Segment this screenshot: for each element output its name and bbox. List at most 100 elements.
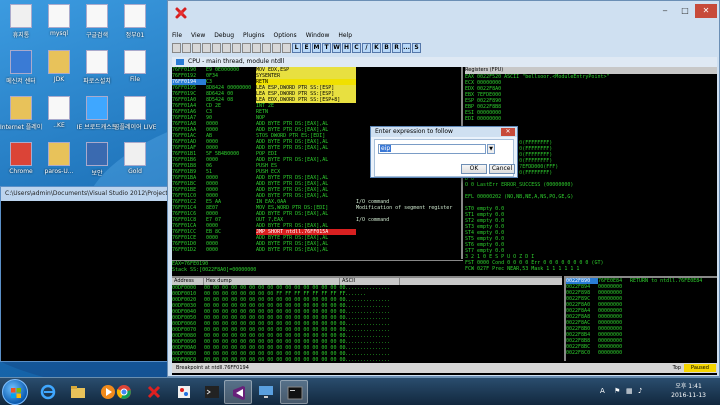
cpu-window[interactable]: CPU - main thread, module ntdll 76FF0190…	[172, 57, 717, 375]
toolbar-window-4[interactable]: W	[332, 43, 341, 53]
toolbar-button[interactable]	[202, 43, 211, 53]
desktop-icon[interactable]: JDK	[38, 50, 80, 83]
debugger-toolbar: L E M T W H C / K B R... S	[172, 43, 421, 55]
toolbar-window-12[interactable]: S	[412, 43, 421, 53]
stack-pane[interactable]: 0022F890 76FE0E84 RETURN to ntdll.76FE0E84…	[564, 276, 717, 361]
clock[interactable]: 오후 1:41 2016-11-13	[671, 382, 706, 400]
desktop-icon[interactable]: 보안	[76, 142, 118, 177]
taskbar-visual-studio[interactable]	[224, 380, 252, 404]
dump-row[interactable]: 00DF00C0 00 00 00 00 00 00 00 00 00 00 00…	[172, 357, 562, 361]
toolbar-window-10[interactable]: R	[392, 43, 401, 53]
desktop-icon[interactable]: 구글검색	[76, 4, 118, 39]
toolbar-window-7[interactable]: /	[362, 43, 371, 53]
dialog-close-icon[interactable]: ✕	[501, 128, 515, 136]
windows-logo-icon	[11, 388, 21, 398]
toolbar-button[interactable]	[232, 43, 241, 53]
menu-item-file[interactable]: File	[172, 32, 182, 39]
toolbar-button[interactable]	[282, 43, 291, 53]
menu-item-plugins[interactable]: Plugins	[243, 32, 265, 39]
toolbar-button[interactable]	[252, 43, 261, 53]
taskbar-app[interactable]	[198, 380, 226, 404]
desktop-icon[interactable]: 파로스설치	[76, 50, 118, 85]
disasm-address: 76FF01D2	[172, 247, 197, 253]
toolbar-window-11[interactable]: ...	[402, 43, 411, 53]
menu-item-window[interactable]: Window	[306, 32, 330, 39]
taskbar-app[interactable]	[170, 380, 198, 404]
toolbar-window-3[interactable]: T	[322, 43, 331, 53]
toolbar-window-6[interactable]: C	[352, 43, 361, 53]
cpu-window-title[interactable]: CPU - main thread, module ntdll	[172, 57, 717, 67]
desktop-icon[interactable]: Internet 플레이어	[0, 96, 42, 131]
chrome-icon	[116, 385, 131, 399]
taskbar-chrome[interactable]	[110, 380, 138, 404]
desktop-icon-label: ..KE	[53, 122, 65, 129]
taskbar-app[interactable]	[252, 380, 280, 404]
menu-item-options[interactable]: Options	[274, 32, 297, 39]
minimize-button[interactable]: ‒	[655, 4, 675, 18]
taskbar-ie[interactable]	[34, 380, 62, 404]
toolbar-button[interactable]	[242, 43, 251, 53]
volume-icon[interactable]: ♪	[638, 387, 642, 395]
expression-input[interactable]: eip	[378, 144, 486, 154]
desktop-icon[interactable]: IE 브로드캐스트	[76, 96, 118, 131]
menu-item-debug[interactable]: Debug	[214, 32, 234, 39]
toolbar-button[interactable]	[182, 43, 191, 53]
desktop-icon[interactable]: Chrome	[0, 142, 42, 175]
menu-item-view[interactable]: View	[191, 32, 205, 39]
toolbar-window-2[interactable]: M	[312, 43, 321, 53]
toolbar-window-5[interactable]: H	[342, 43, 351, 53]
toolbar-button[interactable]	[172, 43, 181, 53]
desktop-icon[interactable]: 곰플레이어 LIVE	[114, 96, 156, 131]
stack-row[interactable]: 0022F8C0 00000000	[566, 350, 717, 356]
desktop-item-icon	[124, 96, 146, 120]
desktop-icon[interactable]: Gold	[114, 142, 156, 175]
desktop-item-icon	[48, 50, 70, 74]
taskbar-console[interactable]	[280, 380, 308, 404]
ok-button[interactable]: OK	[461, 164, 487, 174]
close-button[interactable]: ✕	[695, 4, 717, 18]
follow-expression-dialog[interactable]: Enter expression to follow ✕ eip ▼ OK Ca…	[370, 126, 518, 178]
desktop-icon[interactable]: 정부01	[114, 4, 156, 39]
dump-pane[interactable]: Address Hex dump ASCII 00DF0000 00 00 00 00…	[172, 276, 562, 361]
toolbar-button[interactable]	[212, 43, 221, 53]
menu-item-help[interactable]: Help	[338, 32, 352, 39]
desktop-icon[interactable]: 휴지통	[0, 4, 42, 39]
toolbar-window-8[interactable]: K	[372, 43, 381, 53]
desktop-icon[interactable]: 메신저 센터	[0, 50, 42, 85]
disasm-row[interactable]: 76FF01D2 0000 ADD BYTE PTR DS:[EAX],AL	[172, 247, 461, 253]
toolbar-window-1[interactable]: E	[302, 43, 311, 53]
desktop-icon[interactable]: ..KE	[38, 96, 80, 129]
chevron-down-icon[interactable]: ▼	[487, 144, 495, 154]
taskbar: A ⚑ ▦ ♪ 오후 1:41 2016-11-13	[0, 377, 720, 405]
toolbar-button[interactable]	[272, 43, 281, 53]
start-button[interactable]	[2, 379, 28, 405]
desktop-icon-label: JDK	[53, 76, 65, 83]
toolbar-button[interactable]	[192, 43, 201, 53]
maximize-button[interactable]: □	[675, 4, 695, 18]
stack-value: 00000000	[598, 350, 623, 356]
console-title[interactable]: C:\Users\admin\Documents\Visual Studio 2…	[1, 187, 167, 201]
disasm-instruction: ADD BYTE PTR DS:[EAX],AL	[256, 247, 329, 253]
cancel-button[interactable]: Cancel	[489, 164, 515, 174]
debugger-window[interactable]: ‒ □ ✕ File View Debug Plugins Options Window H…	[167, 0, 720, 377]
language-indicator[interactable]: A	[600, 387, 605, 395]
desktop-icon[interactable]: paros-U...	[38, 142, 80, 175]
flag-icon[interactable]: ⚑	[614, 387, 620, 395]
toolbar-window-0[interactable]: L	[292, 43, 301, 53]
desktop-icon-label: IE 브로드캐스트	[76, 124, 118, 131]
taskbar-ollydbg[interactable]	[140, 380, 168, 404]
desktop-icon[interactable]: mysql	[38, 4, 80, 37]
toolbar-button[interactable]	[262, 43, 271, 53]
folder-icon	[71, 386, 85, 398]
toolbar-button[interactable]	[222, 43, 231, 53]
desktop-icon[interactable]: File	[114, 50, 156, 83]
register-line[interactable]: FCW 027F Prec NEAR,53 Mask 1 1 1 1 1 1	[465, 266, 717, 272]
network-icon[interactable]: ▦	[626, 387, 633, 395]
taskbar-explorer[interactable]	[64, 380, 92, 404]
desktop-item-icon	[86, 4, 108, 28]
dialog-titlebar[interactable]: Enter expression to follow ✕	[371, 127, 517, 137]
dump-col-address: Address	[172, 278, 204, 285]
console-window[interactable]: C:\Users\admin\Documents\Visual Studio 2…	[0, 186, 168, 362]
debugger-titlebar[interactable]: ‒ □ ✕	[168, 1, 719, 29]
toolbar-window-9[interactable]: B	[382, 43, 391, 53]
